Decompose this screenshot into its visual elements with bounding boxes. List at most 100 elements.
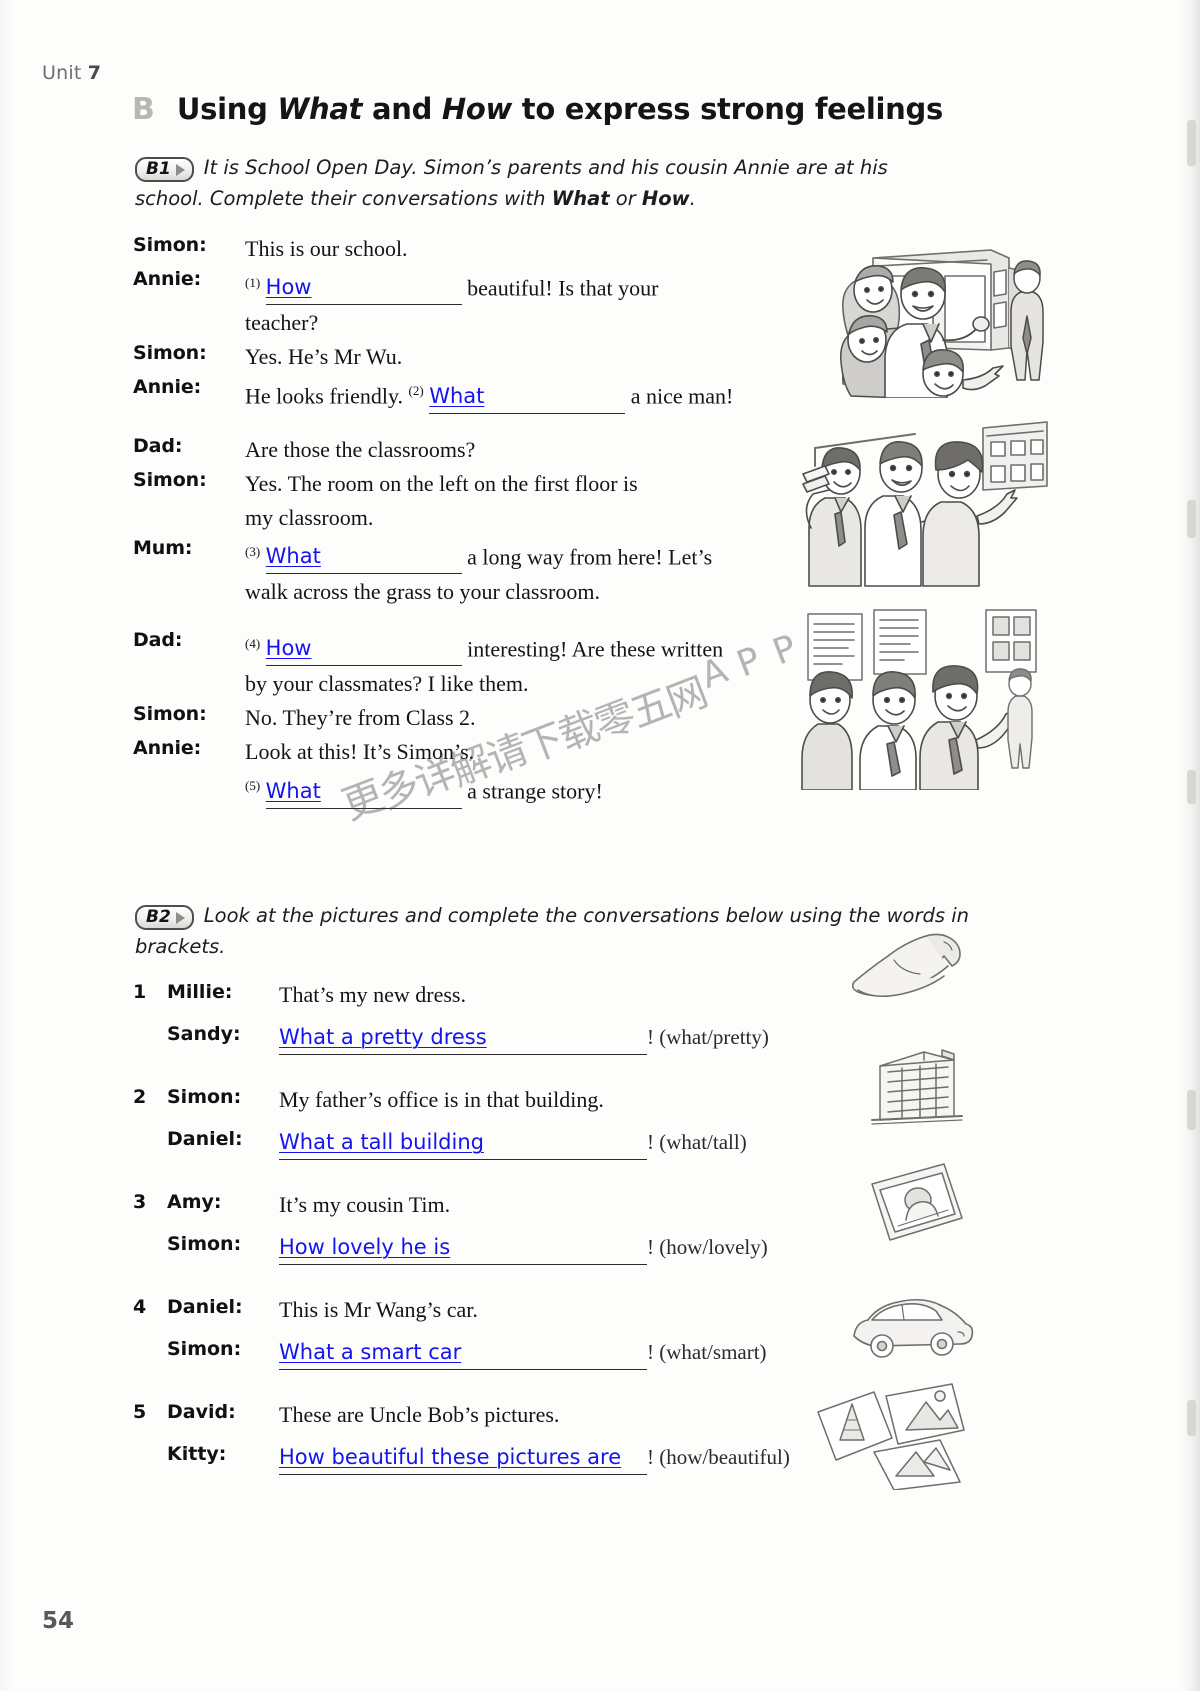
utterance-text: No. They’re from Class 2.: [245, 705, 476, 731]
fill-in-blank[interactable]: How lovely he is: [279, 1230, 647, 1265]
student-answer[interactable]: What: [429, 384, 484, 408]
speaker-label: Dad:: [133, 628, 183, 651]
utterance-text: Yes. He’s Mr Wu.: [245, 344, 403, 370]
word-hint: ! (what/tall): [647, 1130, 747, 1154]
speaker-label: Simon:: [167, 1338, 242, 1360]
page-edge-nick: [1187, 1090, 1196, 1130]
speaker-label: Simon:: [133, 234, 207, 256]
thumbnail-dress-sketch: [848, 928, 978, 1013]
item-number-spacer: [133, 1335, 167, 1338]
utterance-text: He looks friendly.: [245, 383, 409, 409]
fill-in-blank[interactable]: How beautiful these pictures are: [279, 1440, 647, 1475]
b2-item: 1 Millie: That’s my new dress. Sandy: What a…: [133, 978, 873, 1055]
student-answer[interactable]: What: [266, 544, 321, 568]
page-edge-nick: [1187, 1400, 1196, 1436]
student-answer[interactable]: How beautiful these pictures are: [279, 1445, 621, 1469]
student-answer[interactable]: What: [266, 779, 321, 803]
utterance-text: beautiful! Is that your: [461, 275, 659, 301]
b2-answer-line: Sandy: What a pretty dress ! (what/pretty): [133, 1020, 873, 1055]
fill-in-blank[interactable]: What: [429, 379, 626, 414]
speaker-label: Simon:: [133, 703, 207, 726]
fill-in-blank[interactable]: What a pretty dress: [279, 1020, 647, 1055]
student-answer[interactable]: What a pretty dress: [279, 1025, 487, 1049]
prompt-text: These are Uncle Bob’s pictures.: [279, 1402, 560, 1427]
item-number: 4: [133, 1296, 147, 1318]
utterance-continuation: teacher?: [245, 310, 319, 336]
page-edge-nick: [1187, 120, 1196, 166]
student-answer[interactable]: How: [266, 636, 312, 660]
fill-in-blank[interactable]: What a smart car: [279, 1335, 647, 1370]
section-title-keyword-how: How: [441, 92, 512, 126]
dialogue-row: Simon: Yes. He’s Mr Wu.: [133, 340, 793, 374]
fill-in-blank[interactable]: What: [265, 774, 462, 809]
play-triangle-icon: [175, 911, 185, 924]
utterance: He looks friendly. (2) What a nice man!: [245, 374, 793, 414]
blank-number: (4): [245, 635, 261, 651]
dialogue-row: Mum: (3) What a long way from here! Let’s: [133, 535, 793, 575]
utterance: (1) How beautiful! Is that your: [245, 266, 793, 306]
word-hint: ! (what/smart): [647, 1340, 767, 1364]
speaker-label: Simon:: [133, 342, 207, 365]
student-answer[interactable]: What a smart car: [279, 1340, 461, 1364]
word-hint: ! (what/pretty): [647, 1025, 769, 1049]
utterance-continuation: by your classmates? I like them.: [245, 671, 529, 697]
section-heading: B Using What and How to express strong f…: [132, 92, 943, 127]
running-head-label: Unit: [42, 62, 82, 84]
speaker-label: Kitty:: [167, 1443, 227, 1465]
b1-badge: B1: [135, 153, 194, 184]
b2-prompt-line: 3 Amy: It’s my cousin Tim.: [133, 1188, 873, 1222]
utterance: Look at this! It’s Simon’s.: [245, 735, 793, 769]
utterance-text: Are those the classrooms?: [245, 436, 476, 462]
utterance-text: Yes. The room on the left on the first f…: [245, 470, 638, 496]
thumbnail-building-sketch: [858, 1046, 970, 1133]
answer-text-wrap: How lovely he is ! (how/lovely): [279, 1230, 768, 1265]
utterance: (3) What a long way from here! Let’s: [245, 535, 793, 575]
play-triangle-icon: [175, 163, 185, 176]
utterance: (5) What a strange story!: [245, 769, 793, 809]
scan-edge-left: [0, 0, 14, 1691]
b2-item-list: 1 Millie: That’s my new dress. Sandy: What a…: [133, 978, 873, 1503]
fill-in-blank[interactable]: How: [265, 270, 462, 306]
utterance-text: a long way from here! Let’s: [461, 543, 713, 569]
dialogue-row: Annie: Look at this! It’s Simon’s.: [133, 735, 793, 769]
item-number-spacer: [133, 1125, 167, 1128]
dialogue-row: Dad: (4) How interesting! Are these writt…: [133, 627, 793, 667]
utterance: No. They’re from Class 2.: [245, 701, 793, 735]
illustration-students-looking-at-wall-displays: [800, 600, 1058, 790]
student-answer[interactable]: How: [266, 275, 312, 299]
blank-number: (5): [245, 778, 261, 794]
word-hint: ! (how/beautiful): [647, 1445, 790, 1469]
speaker-label: Daniel:: [167, 1296, 243, 1318]
b2-badge: B2: [135, 901, 194, 932]
speaker-label: Annie:: [133, 376, 202, 399]
speaker-label: David:: [167, 1401, 236, 1423]
running-head: Unit 7: [42, 62, 101, 84]
dialogue-row: Dad: Are those the classrooms?: [133, 433, 793, 467]
utterance: Yes. He’s Mr Wu.: [245, 340, 793, 374]
b2-item: 5 David: These are Uncle Bob’s pictures. Ki…: [133, 1398, 873, 1475]
item-number: 1: [133, 981, 147, 1003]
b2-item: 2 Simon: My father’s office is in that bui…: [133, 1083, 873, 1160]
fill-in-blank[interactable]: What a tall building: [279, 1125, 647, 1160]
thumbnail-pictures-sketch: [812, 1378, 990, 1495]
b2-prompt-line: 5 David: These are Uncle Bob’s pictures.: [133, 1398, 873, 1432]
speaker-label: Millie:: [167, 981, 233, 1003]
b2-prompt-line: 1 Millie: That’s my new dress.: [133, 978, 873, 1012]
utterance-continuation: walk across the grass to your classroom.: [245, 578, 600, 604]
page-edge-nick: [1187, 770, 1196, 804]
item-number: 3: [133, 1191, 147, 1213]
b2-answer-line: Simon: What a smart car ! (what/smart): [133, 1335, 873, 1370]
fill-in-blank[interactable]: What: [265, 539, 462, 574]
utterance: Yes. The room on the left on the first f…: [245, 467, 793, 501]
fill-in-blank[interactable]: How: [265, 631, 462, 667]
illustration-students-outside-school: [795, 228, 1055, 398]
speaker-label: Sandy:: [167, 1023, 241, 1045]
b1-instruction: B1 It is School Open Day. Simon’s parent…: [135, 152, 935, 214]
student-answer[interactable]: What a tall building: [279, 1130, 484, 1154]
speaker-label: Mum:: [133, 536, 193, 559]
dialogue-row: Simon: No. They’re from Class 2.: [133, 701, 793, 735]
dialogue-row: Simon: Yes. The room on the left on the f…: [133, 467, 793, 501]
student-answer[interactable]: How lovely he is: [279, 1235, 450, 1259]
utterance-text: a nice man!: [625, 383, 734, 409]
speaker-label: Amy:: [167, 1191, 222, 1213]
